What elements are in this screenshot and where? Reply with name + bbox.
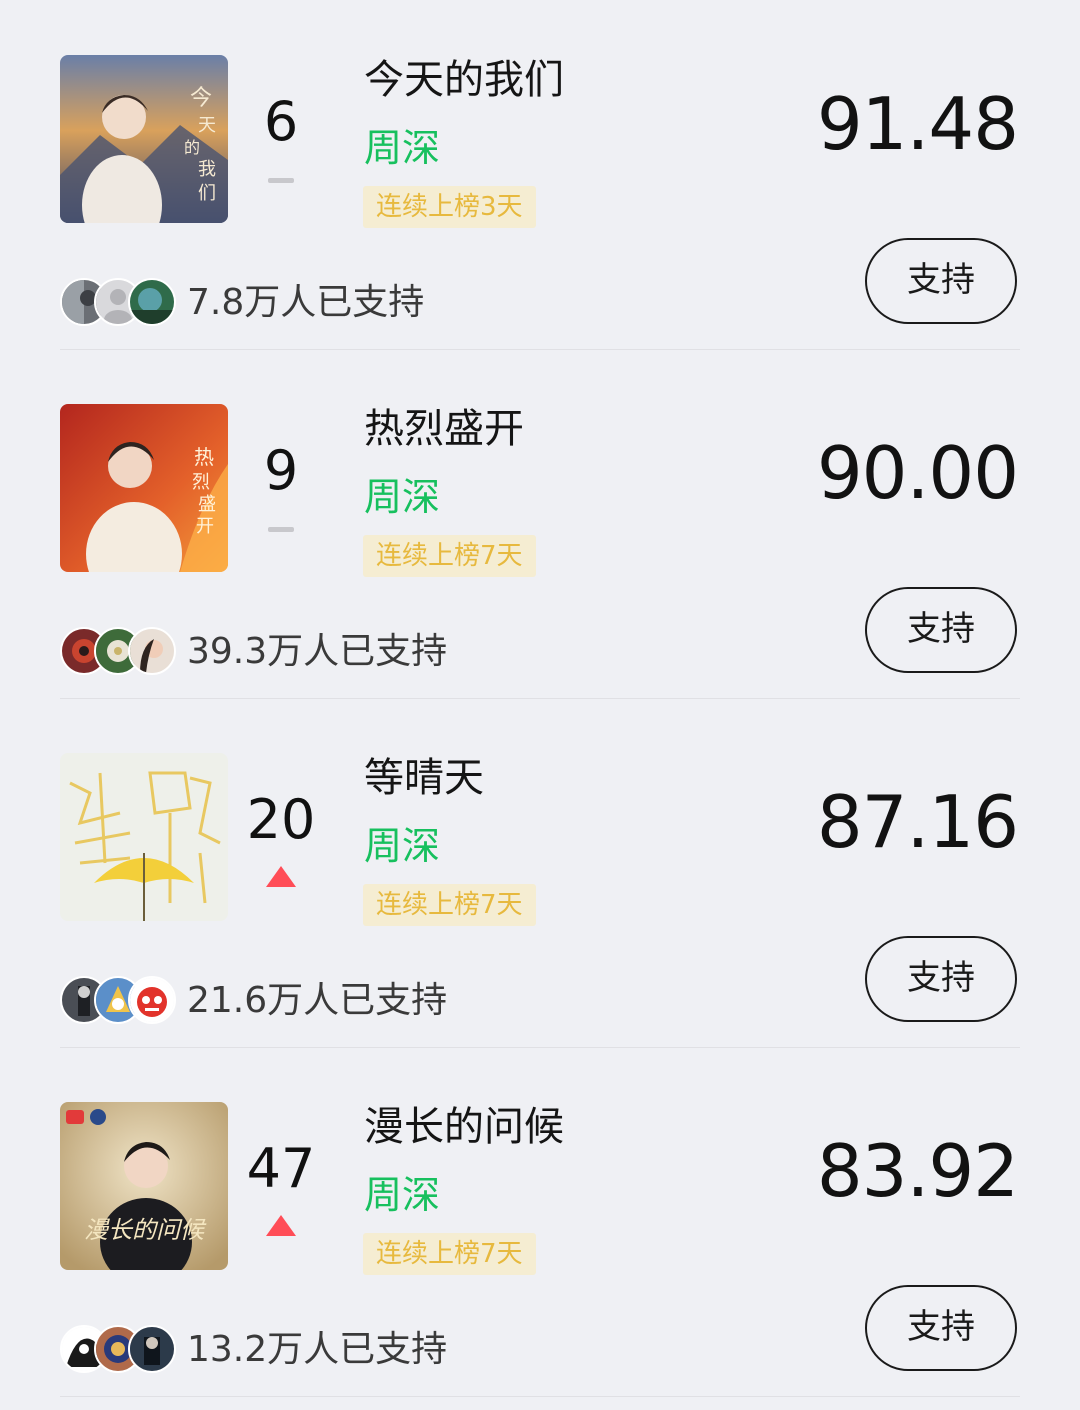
chart-list-item[interactable]: 今 天 的 我 们 6 今天的我们 周深 连续上榜3天 91.48 7.8万人已… xyxy=(0,0,1080,350)
score: 83.92 xyxy=(816,1129,1019,1213)
supporter-count: 13.2万人已支持 xyxy=(187,1329,448,1370)
chart-list-item[interactable]: 漫长的问候 47 漫长的问候 周深 连续上榜7天 83.92 13.2万人已支持… xyxy=(0,1047,1080,1397)
support-button[interactable]: 支持 xyxy=(865,936,1017,1022)
avatar xyxy=(128,627,176,675)
artist-name[interactable]: 周深 xyxy=(364,124,440,172)
avatar xyxy=(128,976,176,1024)
svg-text:们: 们 xyxy=(198,183,216,204)
streak-badge: 连续上榜7天 xyxy=(363,535,536,577)
svg-text:我: 我 xyxy=(198,159,216,180)
trend-flat-icon xyxy=(268,178,294,183)
divider xyxy=(60,1396,1020,1397)
supporter-avatars xyxy=(60,627,176,675)
svg-text:热: 热 xyxy=(194,445,214,469)
album-cover[interactable]: 热 烈 盛 开 xyxy=(60,404,228,572)
artist-name[interactable]: 周深 xyxy=(364,822,440,870)
streak-badge: 连续上榜7天 xyxy=(363,1233,536,1275)
artist-name[interactable]: 周深 xyxy=(364,473,440,521)
artist-name[interactable]: 周深 xyxy=(364,1171,440,1219)
svg-text:今: 今 xyxy=(190,86,212,111)
svg-text:烈: 烈 xyxy=(192,472,210,493)
rank-number: 47 xyxy=(246,1137,316,1200)
support-button[interactable]: 支持 xyxy=(865,1285,1017,1371)
rank-number: 9 xyxy=(263,439,299,502)
rank-number: 6 xyxy=(263,90,299,153)
album-cover[interactable]: 今 天 的 我 们 xyxy=(60,55,228,223)
trend-flat-icon xyxy=(268,527,294,532)
svg-text:的: 的 xyxy=(184,138,200,157)
song-title[interactable]: 热烈盛开 xyxy=(364,404,524,454)
song-title[interactable]: 等晴天 xyxy=(364,753,484,803)
chart-list-item[interactable]: 20 等晴天 周深 连续上榜7天 87.16 21.6万人已支持 支持 xyxy=(0,698,1080,1048)
svg-text:开: 开 xyxy=(196,516,214,537)
score: 87.16 xyxy=(816,780,1019,864)
svg-text:盛: 盛 xyxy=(198,494,216,515)
album-cover[interactable]: 漫长的问候 xyxy=(60,1102,228,1270)
album-cover[interactable] xyxy=(60,753,228,921)
trend-up-icon xyxy=(266,866,296,887)
avatar xyxy=(128,278,176,326)
streak-badge: 连续上榜3天 xyxy=(363,186,536,228)
supporter-count: 7.8万人已支持 xyxy=(187,282,425,323)
trend-up-icon xyxy=(266,1215,296,1236)
score: 90.00 xyxy=(816,431,1019,515)
song-title[interactable]: 今天的我们 xyxy=(364,55,564,105)
supporter-avatars xyxy=(60,278,176,326)
svg-text:漫长的问候: 漫长的问候 xyxy=(84,1216,207,1244)
supporter-avatars xyxy=(60,1325,176,1373)
chart-list-item[interactable]: 热 烈 盛 开 9 热烈盛开 周深 连续上榜7天 90.00 39.3万人已支持… xyxy=(0,349,1080,699)
svg-text:天: 天 xyxy=(198,115,216,136)
rank-number: 20 xyxy=(246,788,316,851)
support-button[interactable]: 支持 xyxy=(865,587,1017,673)
song-title[interactable]: 漫长的问候 xyxy=(364,1102,564,1152)
score: 91.48 xyxy=(816,82,1019,166)
support-button[interactable]: 支持 xyxy=(865,238,1017,324)
avatar xyxy=(128,1325,176,1373)
supporter-avatars xyxy=(60,976,176,1024)
streak-badge: 连续上榜7天 xyxy=(363,884,536,926)
supporter-count: 39.3万人已支持 xyxy=(187,631,448,672)
supporter-count: 21.6万人已支持 xyxy=(187,980,448,1021)
